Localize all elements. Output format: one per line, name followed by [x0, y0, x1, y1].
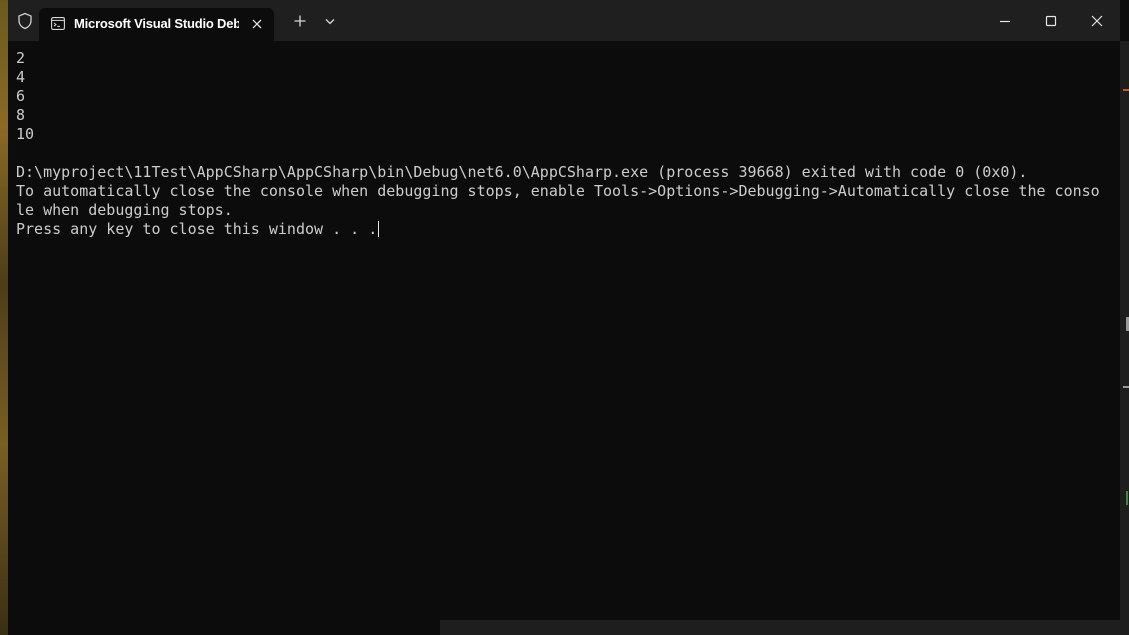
edge-accent	[1123, 386, 1129, 388]
maximize-icon[interactable]	[1042, 12, 1060, 30]
text-cursor	[378, 221, 380, 237]
console-line: 10	[16, 125, 35, 143]
edge-accent	[1126, 491, 1128, 505]
console-prompt-line: Press any key to close this window . . .	[16, 220, 1112, 239]
background-window-edge	[1120, 41, 1129, 635]
edge-accent	[1123, 89, 1129, 91]
console-line: 8	[16, 106, 26, 124]
title-bar: Microsoft Visual Studio Debug Console	[8, 0, 1120, 41]
tab-debug-console[interactable]: Microsoft Visual Studio Debug Console	[39, 8, 274, 41]
chevron-down-icon[interactable]	[321, 12, 339, 30]
console-output[interactable]: 2 4 6 8 10 D:\myproject\11Test\AppCSharp…	[16, 49, 1112, 239]
close-icon[interactable]	[1088, 12, 1106, 30]
terminal-window: Microsoft Visual Studio Debug Console 2 …	[8, 0, 1120, 635]
console-line: To automatically close the console when …	[16, 182, 1100, 200]
console-prompt-text: Press any key to close this window . . .	[16, 220, 378, 238]
console-line: 4	[16, 68, 26, 86]
minimize-icon[interactable]	[996, 12, 1014, 30]
close-icon[interactable]	[249, 16, 265, 32]
console-line: D:\myproject\11Test\AppCSharp\AppCSharp\…	[16, 163, 1028, 181]
terminal-icon	[51, 17, 65, 30]
plus-icon[interactable]	[291, 12, 309, 30]
background-window-strip	[440, 620, 1120, 635]
console-line: le when debugging stops.	[16, 201, 233, 219]
console-line: 6	[16, 87, 26, 105]
desktop-background-edge	[0, 0, 8, 635]
tab-title: Microsoft Visual Studio Debug Console	[74, 16, 239, 31]
shield-icon	[18, 12, 32, 30]
console-line: 2	[16, 49, 26, 67]
